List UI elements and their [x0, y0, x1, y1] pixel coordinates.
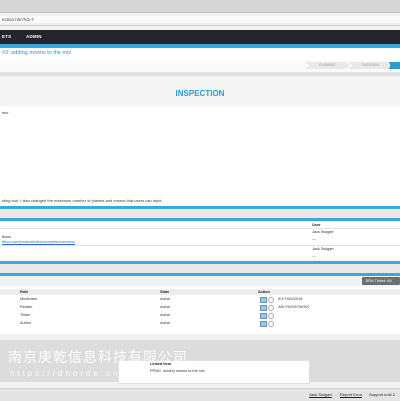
participant-role: Author	[20, 321, 32, 325]
inspection-description	[0, 106, 400, 206]
section-divider	[0, 218, 400, 221]
state-column-header: State	[160, 290, 170, 294]
inspection-title: INSPECTION	[175, 89, 225, 98]
participant-role: Moderator	[20, 297, 38, 301]
description-text: sting tool. I also changed the maximum n…	[2, 198, 163, 203]
remove-icon[interactable]	[268, 313, 274, 319]
participant-state: Active	[160, 321, 171, 325]
user-name: Jack Swigart	[312, 230, 334, 234]
participant-role: Tester	[20, 313, 31, 317]
user-name: —	[312, 254, 316, 258]
remove-icon[interactable]	[268, 321, 274, 327]
participant-action: 3/6/7/5/0/9/7/6/907	[278, 305, 310, 309]
report-error-link[interactable]: Report Error	[340, 392, 362, 397]
remove-icon[interactable]	[268, 297, 274, 303]
email-icon[interactable]	[260, 305, 267, 311]
role-column-header: Role	[20, 290, 29, 294]
description-text: mix.	[2, 110, 10, 115]
nav-item-tickets[interactable]: ETS	[2, 34, 11, 39]
email-icon[interactable]	[260, 313, 267, 319]
row-divider	[0, 228, 400, 229]
email-icon[interactable]	[260, 297, 267, 303]
support-text: Support until 2	[369, 392, 395, 397]
action-column-header: Action	[258, 290, 270, 294]
link-label: ttions	[2, 235, 12, 239]
address-bar[interactable]	[0, 16, 400, 23]
footer-user-link[interactable]: Jack Swigart	[309, 392, 332, 397]
top-navigation	[0, 30, 400, 44]
section-divider	[0, 72, 400, 76]
page-title: #3: adding moons to the mix	[2, 50, 72, 56]
participant-state: Active	[160, 305, 171, 309]
watermark-url: https://dhorde.cn.china.cn	[10, 369, 180, 378]
email-icon[interactable]	[260, 321, 267, 327]
step-inspection[interactable]	[389, 62, 400, 69]
user-column-header: User	[312, 223, 321, 227]
participant-action: 5/1/7/6/4/2018	[278, 297, 303, 301]
browser-tab-bar	[0, 0, 400, 13]
jira-ticket-button[interactable]: JIRA Ticket: All	[362, 277, 400, 285]
remove-icon[interactable]	[268, 305, 274, 311]
nav-item-admin[interactable]: ADMIN	[26, 34, 42, 39]
document-link[interactable]: ttbox.com/product/hdbs/complete/overview…	[2, 240, 75, 244]
participant-state: Active	[160, 297, 171, 301]
row-divider	[0, 245, 400, 246]
user-name: Jack Swigart	[312, 247, 334, 251]
section-divider	[0, 273, 400, 276]
address-bar-url: ection.htm?id=7	[2, 17, 34, 22]
participants-table-header	[0, 289, 400, 295]
step-planning[interactable]: PLANNING	[305, 62, 350, 69]
user-name: —	[312, 237, 316, 241]
step-overview[interactable]: OVERVIEW	[348, 62, 393, 69]
participant-state: Active	[160, 313, 171, 317]
watermark-company: 南京庚乾信息科技有限公司	[8, 349, 188, 365]
participant-role: Reader	[20, 305, 33, 309]
